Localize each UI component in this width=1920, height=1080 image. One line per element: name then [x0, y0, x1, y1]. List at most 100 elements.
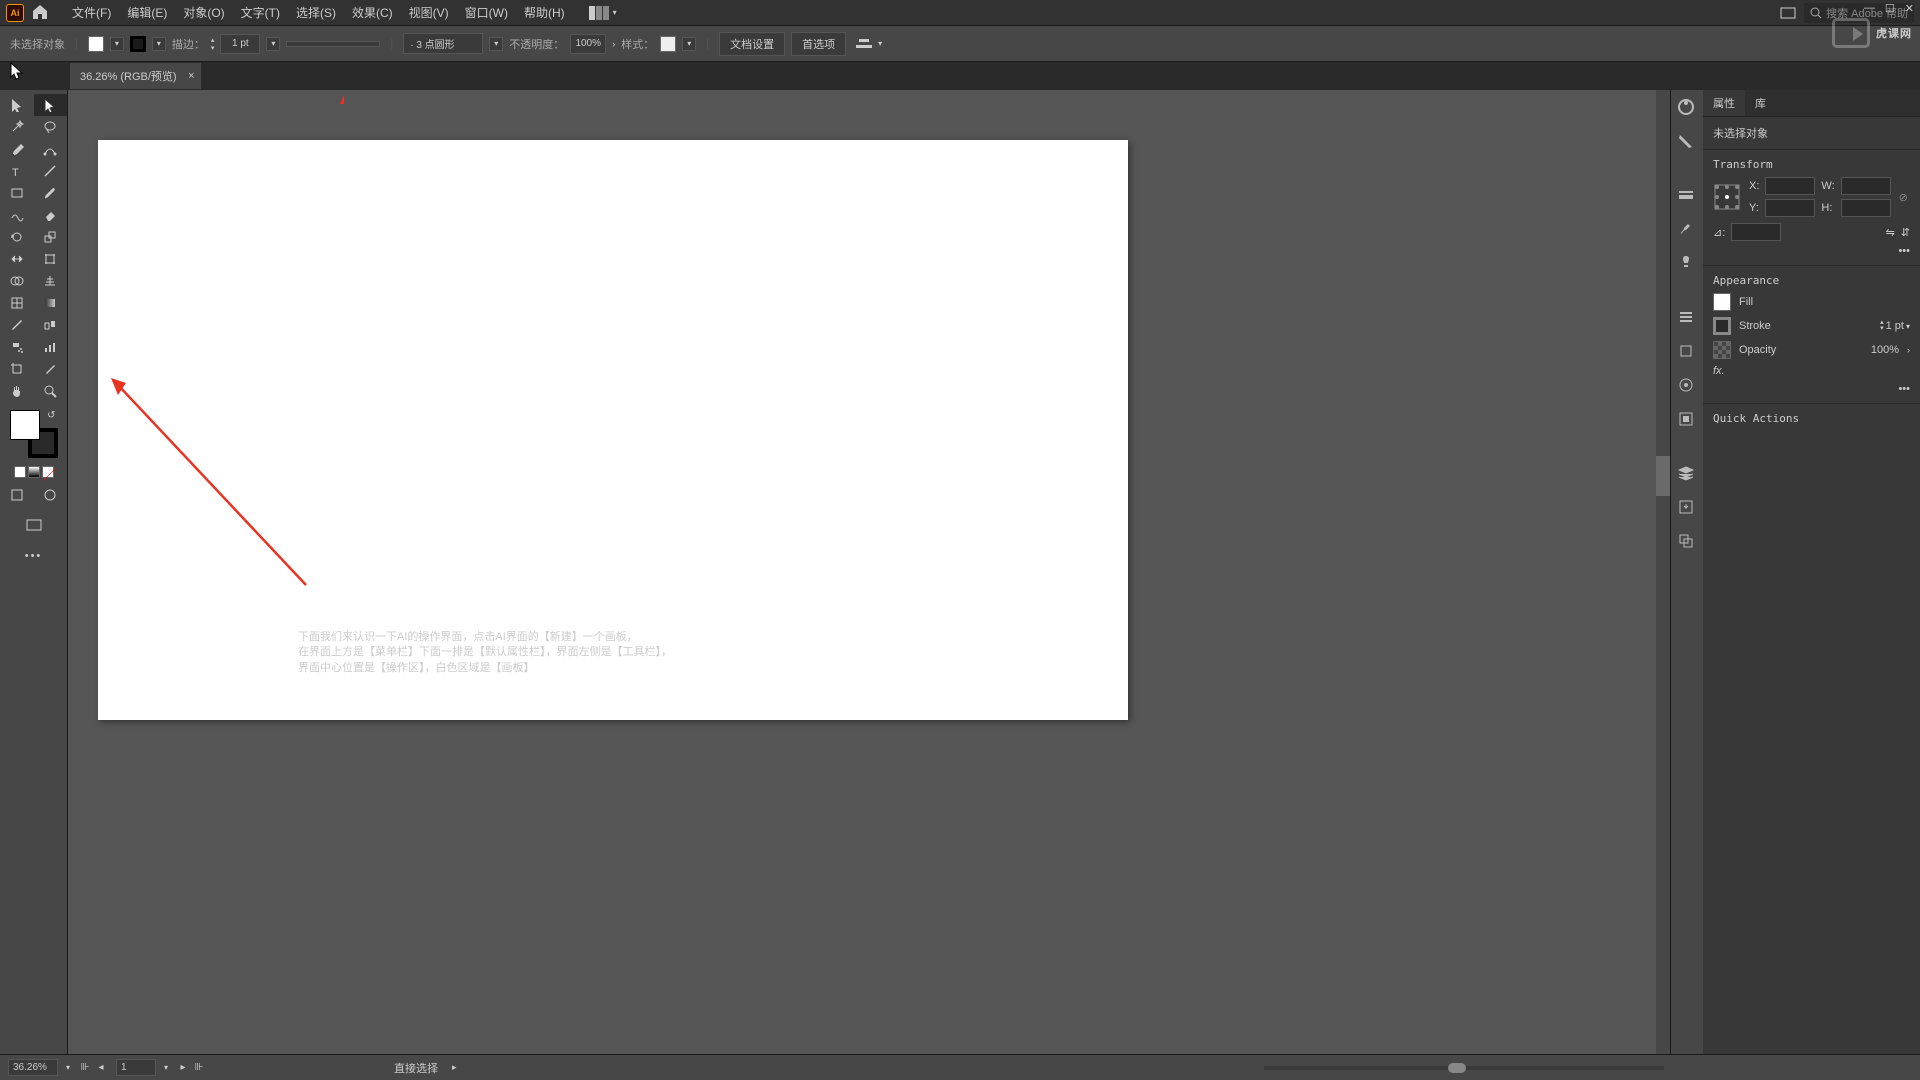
graphic-styles-panel-icon[interactable] — [1677, 410, 1697, 430]
opacity-input[interactable]: 100% — [570, 34, 606, 54]
document-setup-button[interactable]: 文档设置 — [719, 32, 785, 56]
blend-tool[interactable] — [34, 314, 68, 336]
stroke-weight-dropdown[interactable]: ▾ — [266, 37, 280, 51]
link-wh-icon[interactable]: ⊘ — [1899, 191, 1908, 204]
free-transform-tool[interactable] — [34, 248, 68, 270]
symbol-sprayer-tool[interactable] — [0, 336, 34, 358]
align-panel-icon[interactable] — [1677, 308, 1697, 328]
color-mode-gradient[interactable] — [28, 466, 40, 478]
w-input[interactable] — [1841, 177, 1891, 195]
menu-object[interactable]: 对象(O) — [175, 4, 232, 21]
symbols-panel-icon[interactable] — [1677, 254, 1697, 274]
navigator-slider[interactable] — [1264, 1066, 1664, 1070]
direct-selection-tool[interactable] — [34, 94, 68, 116]
appearance-panel-icon[interactable] — [1677, 376, 1697, 396]
drawing-mode-normal[interactable] — [0, 484, 34, 506]
brushes-panel-icon[interactable] — [1677, 220, 1697, 240]
canvas-area[interactable]: 下面我们来认识一下AI的操作界面，点击AI界面的【新建】一个画板， 在界面上方是… — [68, 90, 1670, 1054]
rectangle-tool[interactable] — [0, 182, 34, 204]
rotate-tool[interactable] — [0, 226, 34, 248]
brush-dropdown[interactable]: ▾ — [489, 37, 503, 51]
close-tab-button[interactable]: × — [188, 70, 194, 82]
chevron-down-icon[interactable]: ▾ — [613, 8, 617, 17]
slider-thumb[interactable] — [1448, 1063, 1466, 1073]
fill-color[interactable] — [10, 410, 40, 440]
layers-panel-icon[interactable] — [1677, 464, 1697, 484]
artboard-dropdown[interactable]: ▾ — [164, 1063, 168, 1072]
fill-dropdown[interactable]: ▾ — [110, 37, 124, 51]
close-button[interactable]: ✕ — [1905, 2, 1914, 15]
artboard-tool[interactable] — [0, 358, 34, 380]
gradient-tool[interactable] — [34, 292, 68, 314]
h-input[interactable] — [1841, 199, 1891, 217]
menu-effect[interactable]: 效果(C) — [344, 4, 401, 21]
y-input[interactable] — [1765, 199, 1815, 217]
opacity-expand[interactable]: › — [612, 39, 615, 49]
menu-edit[interactable]: 编辑(E) — [119, 4, 175, 21]
brush-select[interactable]: · 3 点圆形 — [403, 33, 483, 54]
fill-swatch[interactable] — [88, 36, 104, 52]
menu-help[interactable]: 帮助(H) — [516, 4, 573, 21]
libraries-tab[interactable]: 库 — [1745, 90, 1776, 116]
tool-info-expand[interactable]: ▸ — [452, 1062, 457, 1073]
pen-tool[interactable] — [0, 138, 34, 160]
paintbrush-tool[interactable] — [34, 182, 68, 204]
appearance-more-icon[interactable]: ••• — [1898, 383, 1910, 395]
line-tool[interactable] — [34, 160, 68, 182]
flip-h-icon[interactable]: ⇋ — [1886, 226, 1895, 239]
minimize-button[interactable]: — — [1864, 2, 1875, 15]
preferences-button[interactable]: 首选项 — [791, 32, 846, 56]
menu-select[interactable]: 选择(S) — [288, 4, 344, 21]
appearance-opacity-value[interactable]: 100% — [1871, 344, 1899, 356]
type-tool[interactable]: T — [0, 160, 34, 182]
maximize-button[interactable]: ☐ — [1885, 2, 1895, 15]
x-input[interactable] — [1765, 177, 1815, 195]
color-panel-icon[interactable] — [1677, 98, 1697, 118]
scale-tool[interactable] — [34, 226, 68, 248]
appearance-stroke-value[interactable]: 1 pt — [1886, 320, 1904, 332]
first-artboard-button[interactable]: ⊪ — [78, 1062, 92, 1073]
flip-v-icon[interactable]: ⇵ — [1901, 226, 1910, 239]
slice-tool[interactable] — [34, 358, 68, 380]
menu-view[interactable]: 视图(V) — [401, 4, 457, 21]
curvature-tool[interactable] — [34, 138, 68, 160]
hand-tool[interactable] — [0, 380, 34, 402]
shape-builder-tool[interactable] — [0, 270, 34, 292]
menu-file[interactable]: 文件(F) — [64, 4, 119, 21]
layout-switcher-icon[interactable] — [589, 6, 611, 20]
color-mode-solid[interactable] — [14, 466, 26, 478]
color-mode-none[interactable]: ／ — [42, 466, 54, 478]
stroke-dropdown[interactable]: ▾ — [152, 37, 166, 51]
screenmode-icon[interactable] — [1780, 7, 1796, 19]
artboards-panel-icon[interactable] — [1677, 532, 1697, 552]
appearance-opacity-swatch[interactable] — [1713, 341, 1731, 359]
scrollbar-thumb[interactable] — [1656, 456, 1670, 496]
next-artboard-button[interactable]: ▸ — [176, 1062, 190, 1073]
width-tool[interactable] — [0, 248, 34, 270]
fill-stroke-indicator[interactable]: ↺ — [10, 410, 58, 458]
transform-more-icon[interactable]: ••• — [1898, 245, 1910, 257]
chevron-down-icon[interactable]: ▾ — [878, 39, 882, 48]
appearance-fx-label[interactable]: fx. — [1713, 365, 1725, 377]
home-icon[interactable] — [32, 4, 50, 22]
properties-tab[interactable]: 属性 — [1703, 90, 1745, 116]
stroke-panel-icon[interactable] — [1677, 186, 1697, 206]
zoom-tool[interactable] — [34, 380, 68, 402]
artboard-number[interactable]: 1 — [116, 1059, 156, 1076]
perspective-grid-tool[interactable] — [34, 270, 68, 292]
eyedropper-tool[interactable] — [0, 314, 34, 336]
selection-tool[interactable] — [0, 94, 34, 116]
menu-window[interactable]: 窗口(W) — [457, 4, 516, 21]
drawing-mode-behind[interactable] — [34, 484, 68, 506]
last-artboard-button[interactable]: ⊪ — [192, 1062, 206, 1073]
edit-toolbar-button[interactable]: ••• — [25, 550, 43, 572]
reference-point-icon[interactable] — [1713, 183, 1741, 211]
mesh-tool[interactable] — [0, 292, 34, 314]
appearance-fill-swatch[interactable] — [1713, 293, 1731, 311]
style-swatch[interactable] — [660, 36, 676, 52]
menu-type[interactable]: 文字(T) — [233, 4, 288, 21]
angle-input[interactable] — [1731, 223, 1781, 241]
appearance-stroke-swatch[interactable] — [1713, 317, 1731, 335]
stroke-swatch[interactable] — [130, 36, 146, 52]
prev-artboard-button[interactable]: ◂ — [94, 1062, 108, 1073]
